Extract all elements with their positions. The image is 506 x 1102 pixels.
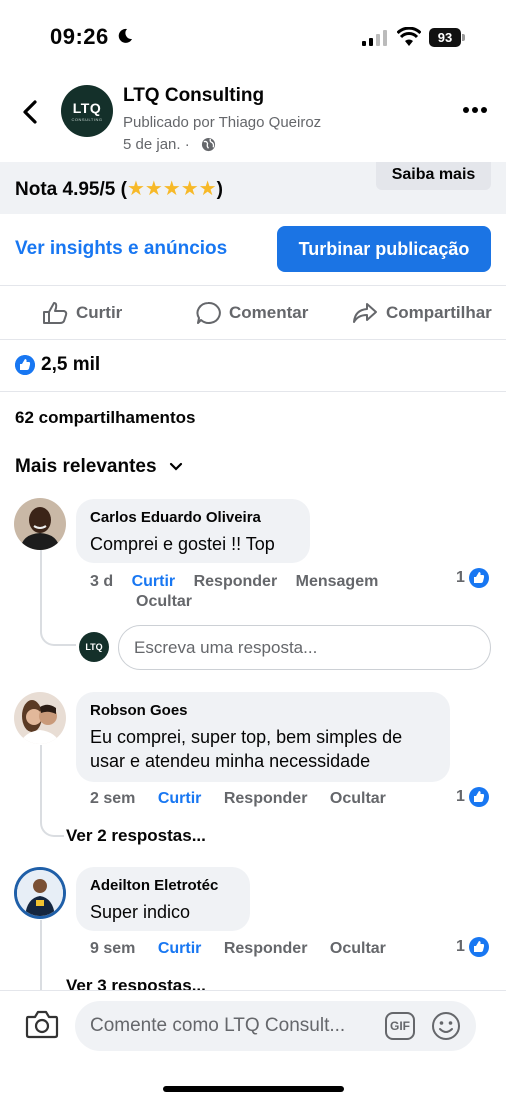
comment-author[interactable]: Carlos Eduardo Oliveira (90, 509, 296, 526)
reaction-count: 2,5 mil (41, 354, 101, 375)
comment-placeholder: Comente como LTQ Consult... (90, 1015, 346, 1036)
comment-like-button[interactable]: Curtir (158, 790, 202, 807)
status-time: 09:26 (50, 24, 109, 49)
reply-input[interactable]: Escreva uma resposta... (118, 625, 491, 670)
view-replies-link[interactable]: Ver 2 respostas... (66, 826, 206, 846)
learn-more-button[interactable]: Saiba mais (376, 162, 491, 190)
comment-actions: 9 sem Curtir Responder Ocultar (90, 940, 386, 958)
like-badge-icon (468, 787, 489, 807)
comment-filter-dropdown[interactable]: Mais relevantes (15, 456, 183, 478)
posted-by: Publicado por Thiago Queiroz (123, 114, 322, 131)
share-button[interactable]: Compartilhar (352, 300, 492, 326)
comment-hide-button[interactable]: Ocultar (330, 940, 386, 957)
moon-icon (118, 28, 132, 43)
like-badge-icon (468, 568, 489, 588)
home-indicator[interactable] (163, 1086, 344, 1092)
comment-text: Eu comprei, super top, bem simples de us… (90, 727, 403, 771)
rating-close: ) (216, 179, 223, 200)
thumbs-up-icon (43, 302, 68, 324)
comment-bubble[interactable]: Carlos Eduardo Oliveira Comprei e gostei… (76, 499, 310, 563)
comment-message-button[interactable]: Mensagem (296, 573, 379, 590)
chevron-down-icon (169, 462, 182, 471)
page-avatar[interactable]: LTQ CONSULTING (61, 85, 113, 137)
rating-text: Nota 4.95/5 ( (15, 179, 127, 200)
comment-hide-button[interactable]: Ocultar (136, 593, 192, 611)
comment-bubble[interactable]: Robson Goes Eu comprei, super top, bem s… (76, 692, 450, 782)
comment-author[interactable]: Adeilton Eletrotéc (90, 877, 236, 894)
comment-reply-button[interactable]: Responder (224, 940, 308, 957)
comment-reply-button[interactable]: Responder (194, 573, 278, 590)
comment-label: Comentar (229, 303, 309, 322)
action-bar: Curtir Comentar Compartilhar (0, 286, 506, 340)
reply-avatar: LTQ (79, 632, 109, 662)
star-rating-icon: ★★★★★ (126, 178, 217, 200)
comment-button[interactable]: Comentar (195, 300, 308, 326)
insights-link[interactable]: Ver insights e anúncios (15, 238, 227, 260)
avatar-logo-text: LTQ (72, 100, 102, 116)
comment-time: 3 d (90, 573, 114, 590)
comment-author[interactable]: Robson Goes (90, 702, 436, 719)
thread-connector (40, 920, 42, 990)
commenter-avatar[interactable] (14, 692, 66, 744)
post-date[interactable]: 5 de jan. · (123, 136, 190, 153)
like-reaction-icon (15, 355, 35, 375)
page-name[interactable]: LTQ Consulting (123, 85, 264, 107)
comment-icon (196, 301, 221, 324)
like-label: Curtir (76, 303, 123, 322)
like-count-number: 1 (456, 788, 465, 805)
comment-time: 9 sem (90, 940, 136, 957)
globe-icon (201, 137, 216, 152)
comment-hide-button[interactable]: Ocultar (330, 790, 386, 807)
comment-actions: 2 sem Curtir Responder Ocultar (90, 790, 386, 808)
comment-text: Super indico (90, 902, 191, 922)
comment-reply-button[interactable]: Responder (224, 790, 308, 807)
comment-like-count[interactable]: 1 (456, 937, 489, 957)
ad-info-strip: Nota 4.95/5 (★★★★★) Saiba mais (0, 162, 506, 214)
comment-time: 2 sem (90, 790, 136, 807)
emoji-icon[interactable] (431, 1011, 461, 1041)
comment-like-button[interactable]: Curtir (132, 573, 176, 590)
comment-bubble[interactable]: Adeilton Eletrotéc Super indico (76, 867, 250, 931)
insights-row: Ver insights e anúncios Turbinar publica… (0, 214, 506, 286)
comment-like-button[interactable]: Curtir (158, 940, 202, 957)
wifi-icon (397, 27, 421, 46)
share-arrow-icon (353, 303, 377, 323)
back-arrow-icon[interactable] (20, 100, 40, 124)
comment-like-count[interactable]: 1 (456, 787, 489, 807)
battery-icon: 93 (429, 28, 465, 47)
comment-composer: Comente como LTQ Consult... GIF (0, 990, 506, 1102)
like-badge-icon (468, 937, 489, 957)
share-label: Compartilhar (386, 303, 492, 322)
commenter-avatar[interactable] (14, 498, 66, 550)
boost-post-button[interactable]: Turbinar publicação (277, 226, 491, 272)
thread-connector (40, 745, 64, 837)
comment-input[interactable]: Comente como LTQ Consult... GIF (75, 1001, 476, 1051)
cellular-signal-icon (362, 30, 387, 46)
gif-icon[interactable]: GIF (385, 1012, 415, 1040)
thread-connector (40, 550, 76, 646)
ad-rating: Nota 4.95/5 (★★★★★) (15, 176, 223, 201)
commenter-avatar[interactable] (14, 867, 66, 919)
post-header: LTQ CONSULTING LTQ Consulting Publicado … (0, 72, 506, 162)
comment-text: Comprei e gostei !! Top (90, 534, 275, 554)
camera-icon[interactable] (25, 1009, 59, 1039)
like-count-number: 1 (456, 569, 465, 586)
comment-like-count[interactable]: 1 (456, 568, 489, 588)
shares-count[interactable]: 62 compartilhamentos (15, 408, 195, 428)
comment-actions: 3 d Curtir Responder Mensagem (90, 571, 378, 592)
like-count-number: 1 (456, 938, 465, 955)
status-bar: 09:26 93 (0, 0, 506, 72)
battery-level: 93 (429, 28, 461, 47)
more-options-icon[interactable] (462, 106, 488, 114)
like-button[interactable]: Curtir (42, 300, 122, 326)
avatar-logo-subtext: CONSULTING (71, 117, 103, 122)
filter-label: Mais relevantes (15, 456, 157, 477)
reactions-summary[interactable]: 2,5 mil (0, 340, 506, 392)
